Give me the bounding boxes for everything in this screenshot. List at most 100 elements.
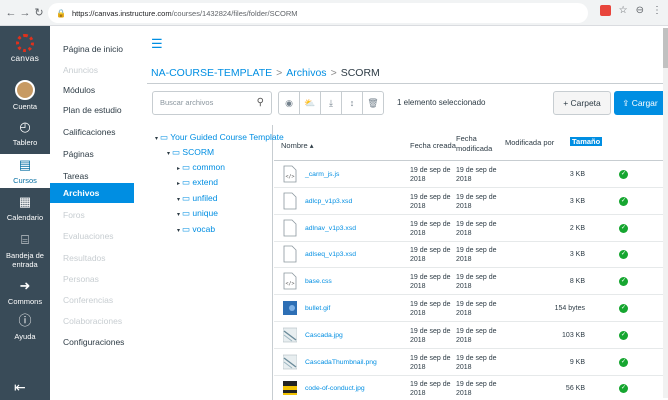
tree-node-scorm[interactable]: ▾ ▭ SCORM [167, 147, 214, 158]
preview-eye-icon[interactable]: ◉ [278, 91, 300, 115]
move-icon[interactable]: ↕ [341, 91, 363, 115]
tree-node-extend[interactable]: ▸ ▭ extend [177, 177, 218, 188]
file-name-link[interactable]: code-of-conduct.jpg [305, 385, 365, 392]
course-nav-grades[interactable]: Calificaciones [50, 123, 135, 141]
published-check-icon[interactable]: ✓ [619, 357, 628, 367]
course-nav-home[interactable]: Página de inicio [50, 40, 135, 58]
page-scrollbar[interactable] [663, 28, 668, 398]
column-header-modified-by[interactable]: Modificada por [505, 138, 554, 147]
tree-node-root[interactable]: ▾ ▭ Your Guided Course Template [155, 132, 284, 143]
published-check-icon[interactable]: ✓ [619, 223, 628, 233]
published-check-icon[interactable]: ✓ [619, 170, 628, 179]
hamburger-menu-icon[interactable]: ☰ [151, 36, 163, 52]
global-nav-commons[interactable]: ➜ Commons [0, 275, 50, 309]
breadcrumb-current: SCORM [340, 67, 380, 79]
file-name-link[interactable]: base.css [305, 278, 332, 285]
global-nav-account[interactable]: Cuenta [0, 78, 50, 112]
course-nav-outcomes[interactable]: Resultados [50, 249, 135, 267]
course-nav-pages[interactable]: Páginas [50, 145, 135, 163]
column-header-name-label: Nombre [281, 141, 308, 150]
published-check-icon[interactable]: ✓ [619, 250, 628, 260]
table-row[interactable]: code-of-conduct.jpg 19 de sep de 2018 19 de… [274, 376, 668, 400]
tree-node-label: SCORM [182, 147, 215, 157]
trash-icon[interactable]: 🗑 [362, 91, 384, 115]
breadcrumb: NA-COURSE-TEMPLATE > Archivos > SCORM [151, 67, 380, 79]
course-nav-collaborations[interactable]: Colaboraciones [50, 312, 135, 330]
file-name-link[interactable]: _carm_js.js [305, 171, 339, 178]
course-nav-discussions[interactable]: Foros [50, 206, 135, 224]
profile-icon[interactable]: ⊖ [636, 5, 644, 16]
sort-ascending-icon: ▴ [309, 141, 314, 150]
file-size: 3 KB [569, 251, 585, 259]
global-nav-courses[interactable]: ▤ Cursos [0, 154, 50, 188]
file-size: 8 KB [569, 278, 585, 286]
menu-dots-icon[interactable]: ⋮ [652, 5, 662, 16]
back-arrow-icon[interactable]: ← [4, 7, 18, 19]
table-row[interactable]: adlcp_v1p3.xsd 19 de sep de 2018 19 de sep … [274, 189, 668, 215]
publish-cloud-icon[interactable]: ⛅ [299, 91, 321, 115]
download-icon[interactable]: ⤓ [320, 91, 342, 115]
breadcrumb-files[interactable]: Archivos [286, 67, 326, 79]
file-name-link[interactable]: adlseq_v1p3.xsd [305, 251, 356, 258]
course-nav-people[interactable]: Personas [50, 270, 135, 288]
global-nav-help[interactable]: ⓘ Ayuda [0, 310, 50, 344]
add-folder-button[interactable]: + Carpeta [553, 91, 611, 115]
tree-node-common[interactable]: ▸ ▭ common [177, 162, 225, 173]
course-nav-conferences[interactable]: Conferencias [50, 291, 135, 309]
file-name-link[interactable]: CascadaThumbnail.png [305, 359, 377, 366]
global-nav-label: Calendario [6, 213, 44, 222]
canvas-logo[interactable]: canvas [0, 34, 50, 63]
file-name-link[interactable]: Cascada.jpg [305, 332, 343, 339]
published-check-icon[interactable]: ✓ [619, 304, 628, 313]
reload-icon[interactable]: ↻ [32, 6, 46, 19]
table-row[interactable]: adlnav_v1p3.xsd 19 de sep de 2018 19 de sep… [274, 216, 668, 242]
published-check-icon[interactable]: ✓ [619, 196, 628, 206]
global-nav-label: Tablero [12, 138, 38, 147]
file-name-link[interactable]: adlnav_v1p3.xsd [305, 225, 356, 232]
course-nav-files[interactable]: Archivos [50, 183, 134, 203]
lock-icon: 🔒 [56, 8, 66, 18]
tree-node-vocab[interactable]: ▾ ▭ vocab [177, 224, 215, 235]
table-row[interactable]: bullet.gif 19 de sep de 2018 19 de sep de 20… [274, 296, 668, 322]
column-header-created[interactable]: Fecha creada [410, 141, 456, 150]
canvas-logo-mark-icon [16, 34, 34, 52]
table-row[interactable]: CascadaThumbnail.png 19 de sep de 2018 19 d… [274, 350, 668, 376]
upload-button[interactable]: ⇪ Cargar [614, 91, 666, 115]
column-header-size[interactable]: Tamaño [570, 137, 603, 146]
upload-label: Cargar [631, 98, 658, 108]
address-bar[interactable]: 🔒 https://canvas.instructure.com/courses… [48, 3, 588, 23]
global-nav-label: Cursos [13, 176, 37, 185]
course-nav-quizzes[interactable]: Evaluaciones [50, 227, 135, 245]
scrollbar-thumb[interactable] [663, 28, 668, 68]
file-name-link[interactable]: bullet.gif [305, 305, 330, 312]
table-row[interactable]: Cascada.jpg 19 de sep de 2018 19 de sep de 2… [274, 323, 668, 349]
dashboard-icon: ◴ [19, 119, 31, 134]
forward-arrow-icon[interactable]: → [18, 7, 32, 19]
tree-node-unique[interactable]: ▾ ▭ unique [177, 208, 218, 219]
column-header-name[interactable]: Nombre ▴ [281, 141, 314, 150]
tree-node-label: unique [192, 208, 218, 218]
tree-node-unfiled[interactable]: ▾ ▭ unfiled [177, 193, 217, 204]
published-check-icon[interactable]: ✓ [619, 384, 628, 394]
breadcrumb-course[interactable]: NA-COURSE-TEMPLATE [151, 67, 272, 79]
course-nav-modules[interactable]: Módulos [50, 81, 135, 99]
global-nav-dashboard[interactable]: ◴ Tablero [0, 116, 50, 150]
table-row[interactable]: </> base.css 19 de sep de 2018 19 de sep de 2… [274, 269, 668, 296]
published-check-icon[interactable]: ✓ [619, 330, 628, 340]
table-row[interactable]: adlseq_v1p3.xsd 19 de sep de 2018 19 de sep… [274, 242, 668, 269]
global-nav-inbox[interactable]: ⌸ Bandeja de entrada [0, 229, 50, 271]
course-nav-syllabus[interactable]: Plan de estudio [50, 101, 135, 119]
extension-icon[interactable] [599, 5, 611, 16]
folder-icon: ▭ [182, 208, 193, 218]
bookmark-star-icon[interactable]: ☆ [619, 5, 628, 16]
course-nav-announcements[interactable]: Anuncios [50, 61, 135, 79]
table-row[interactable]: </> _carm_js.js 19 de sep de 2018 19 de sep … [274, 162, 668, 188]
file-name-link[interactable]: adlcp_v1p3.xsd [305, 198, 352, 205]
course-nav-settings[interactable]: Configuraciones [50, 333, 135, 351]
column-header-modified[interactable]: Fecha modificada [456, 134, 492, 154]
search-icon[interactable]: ⚲ [257, 92, 264, 114]
collapse-nav-icon[interactable]: ⇤ [14, 379, 26, 396]
published-check-icon[interactable]: ✓ [619, 277, 628, 287]
global-nav-calendar[interactable]: ▦ Calendario [0, 191, 50, 225]
search-input[interactable]: Buscar archivos ⚲ [152, 91, 272, 115]
